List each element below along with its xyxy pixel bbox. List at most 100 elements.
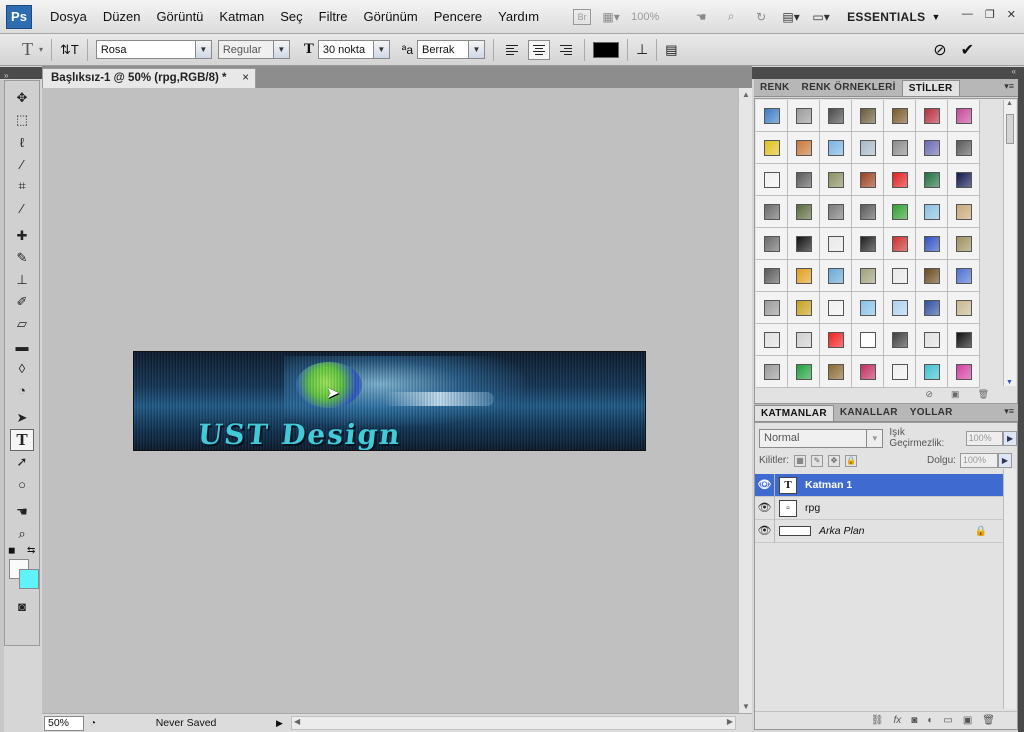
eye-icon[interactable]: 👁 [755,496,775,520]
style-swatch[interactable] [884,196,916,228]
style-swatch[interactable] [788,228,820,260]
style-swatch[interactable] [916,356,948,388]
lock-all-icon[interactable]: 🔒 [845,454,858,467]
panel-menu-icon[interactable]: ▾≡ [1004,81,1014,92]
style-swatch[interactable] [756,324,788,356]
horizontal-scrollbar[interactable]: ◀ ▶ [290,716,736,730]
tab-renk-ornekleri[interactable]: RENK ÖRNEKLERİ [796,80,902,96]
style-swatch[interactable] [756,100,788,132]
menu-pencere[interactable]: Pencere [426,0,490,34]
default-colors-icon[interactable]: ◼ [8,545,15,556]
style-swatch[interactable] [788,196,820,228]
hand-tool-icon[interactable]: ☚ [5,501,39,523]
style-swatch[interactable] [852,356,884,388]
character-panel-icon[interactable]: ▤ [665,42,677,58]
align-right-button[interactable] [554,40,576,60]
vertical-scrollbar[interactable]: ▲ ▼ [738,88,752,713]
zoom-input[interactable]: 50% [44,715,84,731]
close-button[interactable]: ✕ [1007,8,1016,21]
document-tab[interactable]: Başlıksız-1 @ 50% (rpg,RGB/8) * × [42,68,256,88]
style-swatch[interactable] [820,100,852,132]
marquee-tool-icon[interactable]: ⬚ [5,109,39,131]
font-size-dropdown[interactable]: 30 nokta ▼ [317,40,390,59]
style-swatch[interactable] [788,260,820,292]
layer-row-rpg[interactable]: 👁 ▫ rpg [755,496,1003,520]
dodge-tool-icon[interactable]: ◔ [5,379,39,401]
screen-mode-icon[interactable]: ▭▾ [811,8,831,26]
text-orientation-icon[interactable]: ⇅T [60,42,79,58]
arrange-documents-icon[interactable]: ▤▾ [781,8,801,26]
workspace-switcher[interactable]: ESSENTIALS [847,10,925,24]
antialias-dropdown[interactable]: Berrak ▼ [417,40,485,59]
style-swatch[interactable] [948,324,980,356]
style-swatch[interactable] [916,100,948,132]
style-swatch[interactable] [756,260,788,292]
menu-goruntu[interactable]: Görüntü [148,0,211,34]
scroll-up-icon[interactable]: ▲ [742,90,750,99]
menu-sec[interactable]: Seç [272,0,310,34]
style-swatch[interactable] [788,292,820,324]
style-swatch[interactable] [820,260,852,292]
chevron-down-icon[interactable]: ▼ [931,12,940,22]
opacity-input[interactable]: 100% [965,430,1004,446]
spot-healing-tool-icon[interactable]: ✚ [5,225,39,247]
style-swatch[interactable] [884,228,916,260]
style-swatch[interactable] [788,324,820,356]
font-style-dropdown[interactable]: Regular ▼ [217,40,290,59]
fill-input[interactable]: 100% [959,453,998,468]
style-swatch[interactable] [948,164,980,196]
style-swatch[interactable] [916,228,948,260]
direct-selection-tool-icon[interactable]: ➚ [5,451,39,473]
tab-stiller[interactable]: STİLLER [901,80,960,96]
style-swatch[interactable] [788,100,820,132]
style-swatch[interactable] [916,292,948,324]
tab-katmanlar[interactable]: KATMANLAR [754,405,834,421]
style-swatch[interactable] [916,196,948,228]
lock-transparency-icon[interactable]: ▦ [794,454,807,467]
styles-scrollbar[interactable]: ▲ ▼ [1003,100,1016,386]
opacity-slider-button[interactable]: ▶ [1003,430,1017,446]
style-swatch[interactable] [948,196,980,228]
style-swatch[interactable] [820,324,852,356]
style-swatch[interactable] [756,356,788,388]
layer-row-katman-1[interactable]: 👁 T Katman 1 [755,473,1003,497]
bridge-button[interactable]: Br [573,8,592,25]
zoom-icon[interactable]: ⌕ [721,8,741,26]
style-swatch[interactable] [948,228,980,260]
delete-layer-icon[interactable]: 🗑 [982,715,995,726]
chevron-down-icon[interactable]: ▾ [39,45,43,54]
path-selection-tool-icon[interactable]: ➤ [5,407,39,429]
clone-stamp-tool-icon[interactable]: ⊥ [5,269,39,291]
clear-style-icon[interactable]: ⊘ [926,389,934,403]
rotate-view-icon[interactable]: ↻ [751,8,771,26]
gradient-tool-icon[interactable]: ▬ [5,335,39,357]
scroll-down-icon[interactable]: ▼ [1006,379,1013,386]
style-swatch[interactable] [884,100,916,132]
style-swatch[interactable] [948,132,980,164]
style-swatch[interactable] [788,164,820,196]
background-color-swatch[interactable] [19,569,39,589]
layer-row-arka-plan[interactable]: 👁 Arka Plan 🔒 [755,519,1003,543]
style-swatch[interactable] [916,132,948,164]
style-swatch[interactable] [852,132,884,164]
style-swatch[interactable] [948,292,980,324]
eraser-tool-icon[interactable]: ▱ [5,313,39,335]
lock-pixels-icon[interactable]: ✎ [811,454,824,467]
style-swatch[interactable] [852,100,884,132]
quick-selection-tool-icon[interactable]: ⁄ [5,153,39,175]
style-swatch[interactable] [756,164,788,196]
type-tool-icon[interactable]: T [10,429,34,451]
style-swatch[interactable] [884,164,916,196]
style-swatch[interactable] [948,100,980,132]
style-swatch[interactable] [852,260,884,292]
style-swatch[interactable] [820,292,852,324]
style-swatch[interactable] [820,228,852,260]
status-menu-icon[interactable]: ▶ [276,718,283,729]
style-swatch[interactable] [852,196,884,228]
style-swatch[interactable] [916,324,948,356]
scroll-down-icon[interactable]: ▼ [742,702,750,711]
text-color-swatch[interactable] [593,41,619,58]
style-swatch[interactable] [916,260,948,292]
style-swatch[interactable] [884,324,916,356]
tab-kanallar[interactable]: KANALLAR [834,405,904,421]
